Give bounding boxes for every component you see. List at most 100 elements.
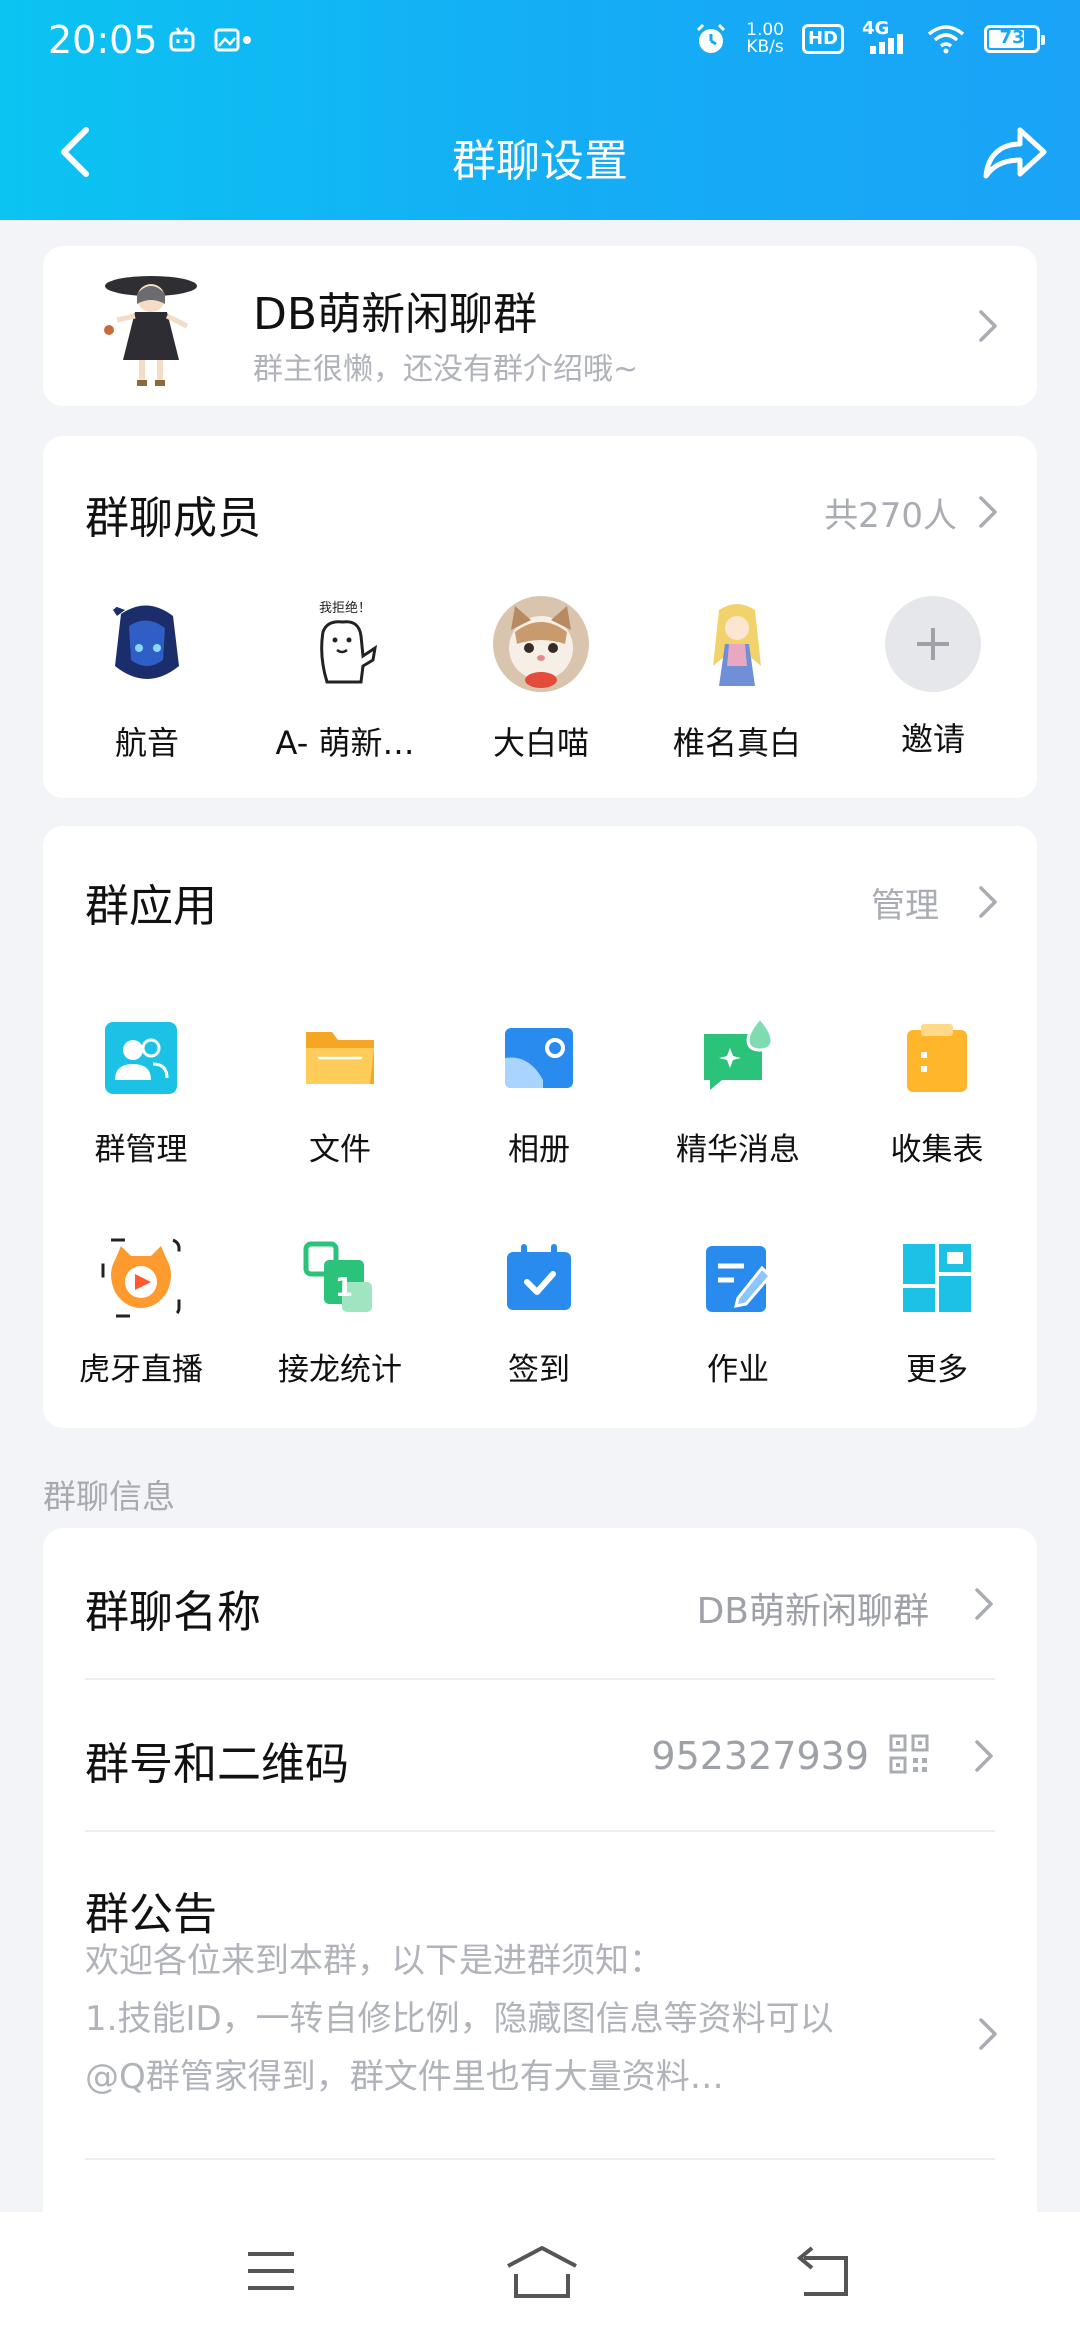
plus-glyph [917, 628, 949, 660]
huya-live-icon [101, 1238, 181, 1318]
plus-icon [885, 596, 981, 692]
divider [85, 1830, 995, 1832]
notice-line: @Q群管家得到，群文件里也有大量资料… [85, 2057, 724, 2097]
app-label: 文件 [309, 1132, 371, 1168]
wifi-icon [927, 25, 965, 54]
group-name-label: 群聊名称 [85, 1587, 261, 1638]
apps-manage[interactable]: 管理 [871, 878, 939, 927]
status-right: 1.00 KB/s HD 4G 73 [694, 18, 1045, 56]
members-title: 群聊成员 [85, 493, 261, 544]
system-navigation-bar [0, 2212, 1080, 2340]
member-item[interactable]: 我拒绝！ A- 萌新… [265, 596, 425, 764]
back-icon[interactable] [796, 2244, 852, 2300]
essence-message-icon [704, 1015, 774, 1090]
member-name: A- 萌新… [275, 724, 415, 762]
app-label: 群管理 [94, 1132, 188, 1168]
alarm-icon [697, 23, 726, 53]
gallery-notification-icon [214, 28, 251, 52]
status-bar: 20:05 1.00 KB/s HD 4G 73 [0, 0, 1080, 85]
app-huya-live[interactable]: 虎牙直播 [56, 1238, 226, 1389]
members-card: 群聊成员 共270人 航音 我拒绝！ A- 萌新… 大白喵 椎名真白 邀请 [43, 436, 1037, 798]
group-name-value: DB萌新闲聊群 [696, 1591, 929, 1632]
sticker-text: 我拒绝！ [319, 600, 371, 616]
chevron-right-icon [975, 1740, 993, 1772]
app-essence-message[interactable]: 精华消息 [653, 1015, 823, 1169]
member-item[interactable]: 大白喵 [461, 596, 621, 764]
group-manage-icon [105, 1022, 177, 1094]
relay-digit: 1 [335, 1273, 353, 1303]
album-icon [505, 1028, 573, 1088]
homework-icon [706, 1246, 773, 1312]
chevron-right-icon [979, 310, 997, 342]
hd-badge: HD [801, 24, 844, 54]
app-homework[interactable]: 作业 [653, 1238, 823, 1389]
net-speed-unit: KB/s [746, 37, 784, 57]
group-name: DB萌新闲聊群 [253, 289, 538, 340]
member-avatar: 我拒绝！ [297, 596, 393, 692]
app-label: 虎牙直播 [79, 1352, 203, 1388]
chevron-right-icon[interactable] [977, 494, 999, 530]
group-intro: 群主很懒，还没有群介绍哦~ [253, 352, 639, 387]
battery-icon: 73 [984, 25, 1045, 53]
cellular-signal-icon: 4G [862, 18, 908, 56]
app-more[interactable]: 更多 [852, 1238, 1022, 1389]
member-item[interactable]: 椎名真白 [657, 596, 817, 764]
app-checkin[interactable]: 签到 [454, 1238, 624, 1389]
app-label: 相册 [508, 1132, 570, 1168]
chevron-right-icon[interactable] [977, 884, 999, 920]
app-label: 更多 [906, 1352, 968, 1388]
chevron-right-icon [975, 1588, 993, 1620]
status-time: 20:05 [48, 18, 158, 62]
app-label: 作业 [707, 1352, 769, 1388]
group-info-card: 群聊名称 DB萌新闲聊群 群号和二维码 952327939 群公告 欢迎各位来到… [43, 1528, 1037, 2228]
chevron-right-icon [979, 2018, 997, 2050]
members-count[interactable]: 共270人 [824, 488, 957, 537]
group-avatar[interactable] [87, 260, 217, 390]
group-notice-text: 欢迎各位来到本群，以下是进群须知： 1.技能ID，一转自修比例，隐藏图信息等资料… [85, 1932, 945, 2106]
invite-button[interactable]: 邀请 [853, 596, 1013, 760]
group-id-row[interactable]: 群号和二维码 952327939 [85, 1680, 995, 1830]
member-name: 大白喵 [492, 724, 589, 762]
member-name: 椎名真白 [672, 724, 801, 762]
checkin-icon [507, 1244, 571, 1310]
share-icon[interactable] [978, 118, 1050, 190]
divider [85, 2158, 995, 2160]
menu-icon[interactable] [244, 2244, 298, 2298]
invite-label: 邀请 [900, 720, 965, 758]
group-name-row[interactable]: 群聊名称 DB萌新闲聊群 [85, 1528, 995, 1678]
group-info-section-label: 群聊信息 [43, 1477, 175, 1516]
notice-line: 1.技能ID，一转自修比例，隐藏图信息等资料可以 [85, 1999, 834, 2039]
member-avatar [99, 596, 195, 692]
member-avatar [689, 596, 785, 692]
app-relay-stats[interactable]: 1 接龙统计 [255, 1238, 425, 1389]
apps-title: 群应用 [85, 881, 217, 932]
qr-code-icon [889, 1734, 929, 1774]
member-item[interactable]: 航音 [67, 596, 227, 764]
app-collect-form[interactable]: 收集表 [852, 1018, 1022, 1169]
collect-form-icon [907, 1024, 967, 1092]
notice-line: 欢迎各位来到本群，以下是进群须知： [85, 1941, 663, 1981]
group-id-value: 952327939 [651, 1734, 869, 1778]
member-avatar [493, 596, 589, 692]
app-label: 签到 [508, 1352, 570, 1388]
app-label: 接龙统计 [278, 1352, 402, 1388]
battery-level: 73 [999, 27, 1025, 48]
folder-icon [306, 1032, 374, 1084]
page-title: 群聊设置 [452, 136, 628, 187]
relay-stats-icon: 1 [303, 1241, 372, 1312]
more-apps-icon [903, 1244, 971, 1312]
app-group-manage[interactable]: 群管理 [56, 1018, 226, 1169]
header: 20:05 1.00 KB/s HD 4G 73 群聊设置 [0, 0, 1080, 220]
app-album[interactable]: 相册 [454, 1018, 624, 1169]
net-speed: 1.00 KB/s [746, 22, 784, 56]
app-label: 精华消息 [676, 1132, 800, 1168]
group-profile-card[interactable]: DB萌新闲聊群 群主很懒，还没有群介绍哦~ [43, 246, 1037, 406]
group-id-label: 群号和二维码 [85, 1739, 349, 1790]
bilibili-notification-icon [169, 27, 195, 52]
signal-type: 4G [862, 18, 890, 39]
group-apps-card: 群应用 管理 群管理 文件 相册 精华消息 收集表 虎牙直播 1 接龙统计 签到… [43, 826, 1037, 1428]
home-icon[interactable] [504, 2244, 580, 2300]
app-label: 收集表 [890, 1132, 984, 1168]
app-files[interactable]: 文件 [255, 1018, 425, 1169]
member-name: 航音 [114, 724, 179, 762]
